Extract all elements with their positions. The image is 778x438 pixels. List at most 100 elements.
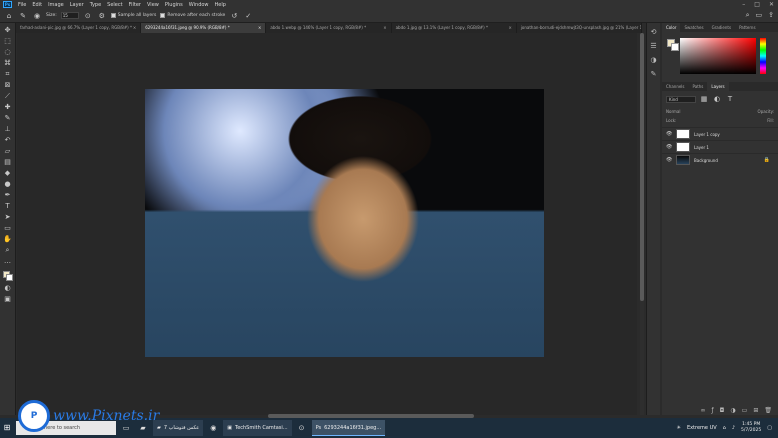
add-mask-icon[interactable]: ◘ <box>720 407 725 414</box>
filter-pixel-icon[interactable]: ▦ <box>699 94 709 104</box>
history-brush-tool-icon[interactable]: ↶ <box>2 136 14 145</box>
visibility-eye-icon[interactable]: 👁 <box>666 157 672 163</box>
tab-paths[interactable]: Paths <box>689 82 708 91</box>
adjustment-layer-icon[interactable]: ◑ <box>730 407 735 414</box>
taskbar-app-photoshop[interactable]: Ps 6293244a16f31.jpeg... <box>311 420 386 436</box>
properties-panel-icon[interactable]: ☰ <box>649 41 659 51</box>
kind-filter-select[interactable]: Kind <box>666 95 696 103</box>
windows-start-icon[interactable]: ⊞ <box>0 418 14 438</box>
type-tool-icon[interactable]: T <box>2 202 14 211</box>
menu-image[interactable]: Image <box>45 2 67 8</box>
filter-type-icon[interactable]: T <box>725 94 735 104</box>
remove-after-stroke-checkbox[interactable] <box>160 13 166 18</box>
hand-tool-icon[interactable]: ✋ <box>2 235 14 244</box>
workspace-icon[interactable]: ▭ <box>756 11 763 20</box>
record-icon[interactable]: ⊙ <box>295 421 309 435</box>
new-group-icon[interactable]: ▭ <box>742 407 748 414</box>
close-icon[interactable]: × <box>508 23 511 33</box>
layer-row[interactable]: 👁 Layer 1 <box>662 140 778 153</box>
settings-icon[interactable]: ⚙ <box>97 11 107 21</box>
network-icon[interactable]: ⌂ <box>723 425 726 431</box>
volume-icon[interactable]: ♪ <box>732 425 735 431</box>
screen-mode-icon[interactable]: ▣ <box>2 295 14 304</box>
vertical-scrollbar[interactable] <box>640 33 644 415</box>
color-picker-field[interactable] <box>680 38 756 74</box>
delete-layer-icon[interactable]: 🗑 <box>764 407 772 414</box>
taskbar-app-camtasia[interactable]: ▣ TechSmith Camtasi... <box>223 420 292 436</box>
menu-window[interactable]: Window <box>186 2 212 8</box>
tab-layers[interactable]: Layers <box>707 82 729 91</box>
color-panel-background[interactable] <box>671 43 679 51</box>
canvas-area[interactable] <box>17 33 637 415</box>
background-color-swatch[interactable] <box>5 274 13 281</box>
new-layer-icon[interactable]: ⊞ <box>753 407 758 414</box>
document-image[interactable] <box>145 89 544 357</box>
sample-all-layers-checkbox[interactable] <box>110 13 116 18</box>
gradient-tool-icon[interactable]: ▤ <box>2 158 14 167</box>
healing-brush-tool-icon[interactable]: ✚ <box>2 103 14 112</box>
weather-label[interactable]: Extreme UV <box>687 425 717 431</box>
adjustments-panel-icon[interactable]: ◑ <box>649 55 659 65</box>
eyedropper-tool-icon[interactable]: ⟋ <box>2 92 14 101</box>
size-field[interactable]: 15 <box>60 12 79 19</box>
tab-gradients[interactable]: Gradients <box>708 23 736 32</box>
object-selection-tool-icon[interactable]: ⌘ <box>2 59 14 68</box>
filter-adjustment-icon[interactable]: ◐ <box>712 94 722 104</box>
crop-tool-icon[interactable]: ⌗ <box>2 70 14 79</box>
eraser-tool-icon[interactable]: ▱ <box>2 147 14 156</box>
undo-icon[interactable]: ↺ <box>229 11 239 21</box>
tab-document-2[interactable]: 6293244a16f31.jpeg @ 90.9% (RGB/8#) * × <box>141 23 267 33</box>
tab-color[interactable]: Color <box>662 23 681 32</box>
notifications-icon[interactable]: ▢ <box>767 425 772 431</box>
vertical-scroll-thumb[interactable] <box>640 33 644 301</box>
tab-document-5[interactable]: jonathan-borrudi-ejdshmwjt3Q-unsplash.jp… <box>517 23 643 33</box>
menu-filter[interactable]: Filter <box>126 2 144 8</box>
menu-plugins[interactable]: Plugins <box>162 2 186 8</box>
close-icon[interactable]: × <box>133 23 136 33</box>
blend-mode-select[interactable]: Normal <box>666 109 680 114</box>
tab-document-4[interactable]: abdo 1.jpg @ 13.1% (Layer 1 copy, RGB/8#… <box>392 23 517 33</box>
commit-check-icon[interactable]: ✓ <box>243 11 253 21</box>
weather-icon[interactable]: ☀ <box>676 425 680 431</box>
frame-tool-icon[interactable]: ⊠ <box>2 81 14 90</box>
layer-row[interactable]: 👁 Background 🔒 <box>662 153 778 166</box>
visibility-eye-icon[interactable]: 👁 <box>666 144 672 150</box>
tab-document-1[interactable]: farhad-aslani-pic.jpg @ 66.7% (Layer 1 c… <box>16 23 142 33</box>
brush-preset-icon[interactable]: ◉ <box>32 11 42 21</box>
close-icon[interactable]: × <box>258 23 261 33</box>
maximize-button[interactable]: □ <box>754 1 760 8</box>
menu-file[interactable]: File <box>15 2 29 8</box>
spot-healing-brush-icon[interactable]: ✎ <box>18 11 28 21</box>
link-layers-icon[interactable]: ∞ <box>701 407 706 414</box>
color-swatches[interactable] <box>2 270 14 282</box>
taskbar-app-folder[interactable]: ▰ عکس فتوشاپ 7 <box>153 420 204 436</box>
sample-all-layers-option[interactable]: Sample all layers <box>110 13 156 18</box>
brush-tool-icon[interactable]: ✎ <box>2 114 14 123</box>
remove-after-stroke-option[interactable]: Remove after each stroke <box>160 13 225 18</box>
clock[interactable]: 1:45 PM 5/7/2025 <box>741 422 761 434</box>
menu-edit[interactable]: Edit <box>29 2 45 8</box>
menu-layer[interactable]: Layer <box>67 2 87 8</box>
search-icon[interactable]: ⌕ <box>746 11 750 20</box>
layer-row[interactable]: 👁 Layer 1 copy <box>662 127 778 140</box>
hue-slider[interactable] <box>760 38 766 74</box>
minimize-button[interactable]: – <box>742 1 745 8</box>
menu-view[interactable]: View <box>144 2 162 8</box>
more-tools-icon[interactable]: … <box>2 257 14 266</box>
pressure-size-icon[interactable]: ⊙ <box>83 11 93 21</box>
lasso-tool-icon[interactable]: ◌ <box>2 48 14 57</box>
menu-type[interactable]: Type <box>87 2 104 8</box>
close-icon[interactable]: × <box>383 23 386 33</box>
marquee-tool-icon[interactable]: ⬚ <box>2 37 14 46</box>
tab-patterns[interactable]: Patterns <box>735 23 759 32</box>
blur-tool-icon[interactable]: ◆ <box>2 169 14 178</box>
close-button[interactable]: ✕ <box>769 1 774 8</box>
brush-settings-icon[interactable]: ✎ <box>649 69 659 79</box>
tab-channels[interactable]: Channels <box>662 82 689 91</box>
history-panel-icon[interactable]: ⟲ <box>649 27 659 37</box>
pen-tool-icon[interactable]: ✒ <box>2 191 14 200</box>
dodge-tool-icon[interactable]: ● <box>2 180 14 189</box>
quick-mask-icon[interactable]: ◐ <box>2 284 14 293</box>
move-tool-icon[interactable]: ✥ <box>2 26 14 35</box>
chrome-icon[interactable]: ◉ <box>206 421 220 435</box>
